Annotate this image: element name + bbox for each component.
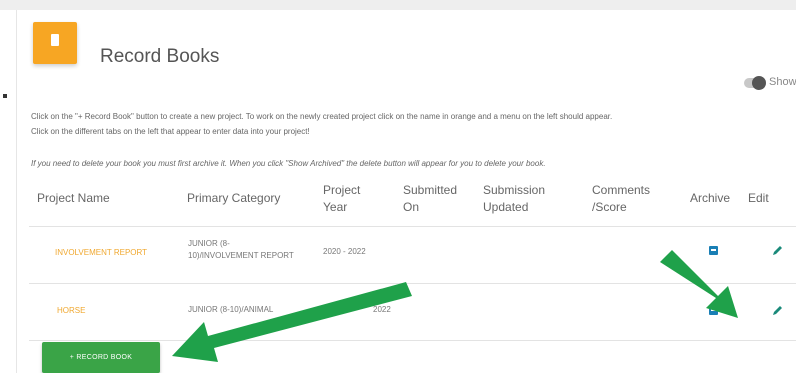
header-archive: Archive (690, 191, 731, 205)
header-project-year: Project Year (323, 183, 361, 214)
book-icon (33, 22, 77, 64)
year-cell: 2022 (373, 305, 391, 314)
row-divider (29, 340, 796, 341)
marker-dot (3, 94, 7, 98)
header-project-name: Project Name (37, 191, 110, 205)
show-archived-toggle[interactable] (744, 76, 766, 90)
instructions-line-1: Click on the "+ Record Book" button to c… (31, 112, 613, 121)
category-cell: JUNIOR (8- 10)/INVOLVEMENT REPORT (188, 239, 294, 260)
header-comments-score: Comments/Score (592, 183, 651, 214)
record-books-card: Record Books Show Ar Click on the "+ Rec… (16, 10, 796, 373)
header-submission-updated: Submission Updated (483, 183, 546, 214)
row-divider (29, 226, 796, 227)
project-link-horse[interactable]: HORSE (57, 306, 85, 315)
archive-icon[interactable] (709, 246, 718, 255)
top-band (0, 0, 796, 10)
header-primary-category: Primary Category (187, 191, 281, 205)
project-link-involvement-report[interactable]: INVOLVEMENT REPORT (55, 248, 147, 257)
archive-note: If you need to delete your book you must… (31, 159, 546, 168)
instructions-line-2: Click on the different tabs on the left … (31, 127, 310, 136)
row-divider (29, 283, 796, 284)
archive-icon[interactable] (709, 306, 718, 315)
page-title: Record Books (100, 46, 220, 67)
edit-pencil-icon[interactable] (772, 245, 783, 256)
header-submitted-on: Submitted On (403, 183, 458, 214)
add-record-book-button[interactable]: + RECORD BOOK (42, 342, 160, 373)
category-cell: JUNIOR (8-10)/ANIMAL (188, 305, 274, 314)
year-cell: 2020 - 2022 (323, 247, 366, 256)
show-archived-label: Show Ar (769, 76, 796, 88)
edit-pencil-icon[interactable] (772, 305, 783, 316)
header-edit: Edit (748, 191, 769, 205)
